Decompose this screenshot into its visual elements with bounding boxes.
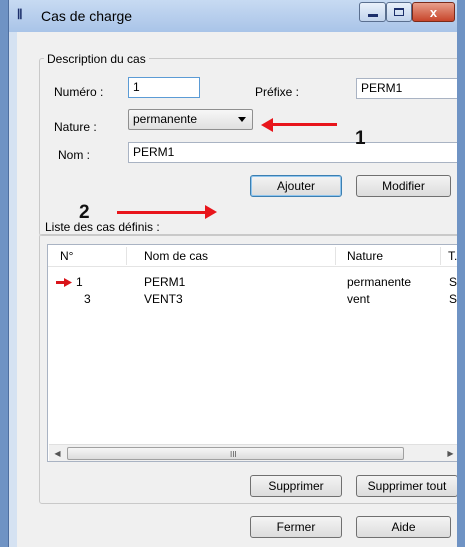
row-numero: 1 bbox=[76, 275, 83, 289]
ajouter-button[interactable]: Ajouter bbox=[250, 175, 342, 197]
annotation-arrow-1 bbox=[273, 123, 337, 126]
row-nom: PERM1 bbox=[144, 275, 186, 289]
nature-label: Nature : bbox=[54, 120, 97, 134]
prefixe-label: Préfixe : bbox=[255, 85, 300, 99]
row-nom: VENT3 bbox=[144, 292, 183, 306]
minimize-icon bbox=[367, 13, 378, 17]
row-type: S bbox=[449, 292, 458, 306]
close-button[interactable]: x bbox=[412, 2, 455, 22]
aide-button[interactable]: Aide bbox=[356, 516, 451, 538]
column-separator bbox=[440, 247, 441, 265]
prefixe-field[interactable]: PERM1 bbox=[356, 78, 459, 99]
column-separator bbox=[126, 247, 127, 265]
annotation-arrow-2-head bbox=[205, 205, 217, 219]
title-bar[interactable]: ꟾꟾ Cas de charge x bbox=[9, 0, 460, 32]
annotation-arrow-1-head bbox=[261, 118, 273, 132]
column-header-nom[interactable]: Nom de cas bbox=[144, 249, 208, 263]
column-header-nature[interactable]: Nature bbox=[347, 249, 383, 263]
dialog-client-area: Description du cas Numéro : 1 Préfixe : … bbox=[17, 32, 462, 547]
maximize-icon bbox=[394, 8, 404, 16]
fermer-button[interactable]: Fermer bbox=[250, 516, 342, 538]
dialog-window: ꟾꟾ Cas de charge x Description du cas Nu… bbox=[8, 0, 462, 547]
window-title: Cas de charge bbox=[41, 8, 133, 24]
annotation-arrow-2 bbox=[117, 211, 205, 214]
nature-dropdown[interactable]: permanente bbox=[128, 109, 253, 130]
numero-field[interactable]: 1 bbox=[128, 77, 200, 98]
horizontal-scrollbar[interactable]: ◀ III ▶ bbox=[49, 444, 458, 461]
app-icon: ꟾꟾ bbox=[17, 9, 22, 22]
minimize-button[interactable] bbox=[359, 2, 386, 22]
column-header-type[interactable]: T. bbox=[448, 249, 457, 263]
row-type: S bbox=[449, 275, 458, 289]
numero-label: Numéro : bbox=[54, 85, 104, 99]
table-row[interactable]: 3 VENT3 vent S bbox=[48, 291, 458, 307]
list-group-title: Liste des cas définis : bbox=[42, 220, 163, 234]
supprimer-button[interactable]: Supprimer bbox=[250, 475, 342, 497]
row-numero: 3 bbox=[84, 292, 91, 306]
list-header: N° Nom de cas Nature T. bbox=[48, 245, 458, 267]
maximize-button[interactable] bbox=[386, 2, 412, 22]
scrollbar-thumb[interactable]: III bbox=[67, 447, 404, 460]
row-nature: permanente bbox=[347, 275, 412, 289]
cases-list[interactable]: N° Nom de cas Nature T. 1 PERM1 permanen… bbox=[47, 244, 459, 462]
column-header-numero[interactable]: N° bbox=[60, 249, 73, 263]
scroll-left-icon[interactable]: ◀ bbox=[49, 445, 66, 461]
close-icon: x bbox=[429, 4, 438, 20]
nature-selected-value: permanente bbox=[133, 112, 198, 126]
table-row[interactable]: 1 PERM1 permanente S bbox=[48, 274, 458, 290]
scrollbar-grip-icon: III bbox=[230, 450, 237, 459]
column-separator bbox=[335, 247, 336, 265]
chevron-down-icon bbox=[238, 117, 246, 122]
modifier-button[interactable]: Modifier bbox=[356, 175, 451, 197]
annotation-number-1: 1 bbox=[355, 128, 366, 149]
supprimer-tout-button[interactable]: Supprimer tout bbox=[356, 475, 458, 497]
desktop-frame-right bbox=[457, 0, 465, 547]
nom-field[interactable]: PERM1 bbox=[128, 142, 459, 163]
description-group-title: Description du cas bbox=[44, 52, 149, 66]
nom-label: Nom : bbox=[58, 148, 91, 162]
red-arrow-icon bbox=[56, 278, 72, 287]
row-nature: vent bbox=[347, 292, 370, 306]
